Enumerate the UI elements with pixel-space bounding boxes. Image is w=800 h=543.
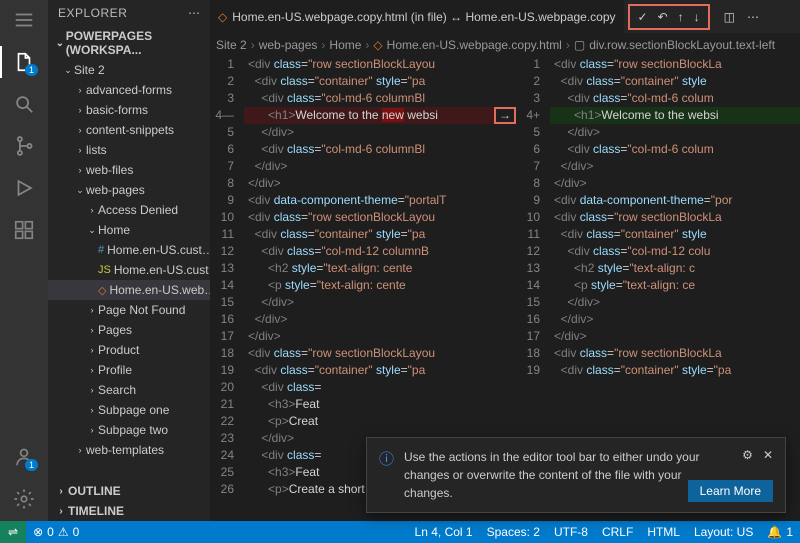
menu-icon[interactable] — [12, 8, 36, 32]
html-file-icon: ◇ — [218, 10, 227, 24]
folder-item[interactable]: ›Pages — [48, 320, 210, 340]
folder-item[interactable]: ⌄Home — [48, 220, 210, 240]
folder-item[interactable]: ›Subpage two — [48, 420, 210, 440]
eol[interactable]: CRLF — [595, 521, 640, 543]
account-icon[interactable]: 1 — [12, 445, 36, 469]
folder-item[interactable]: ›Profile — [48, 360, 210, 380]
files-badge: 1 — [25, 64, 38, 76]
notification-toast: ⓘ Use the actions in the editor tool bar… — [366, 437, 786, 513]
file-item[interactable]: JSHome.en-US.cust… — [48, 260, 210, 280]
warning-icon: ⚠ — [58, 525, 69, 539]
diff-actions-box: ✓ ↶ ↑ ↓ — [628, 4, 710, 30]
settings-icon[interactable] — [12, 487, 36, 511]
file-item[interactable]: #Home.en-US.cust… — [48, 240, 210, 260]
timeline-section[interactable]: ›TIMELINE — [48, 501, 210, 521]
split-editor-icon[interactable]: ◫ — [724, 10, 735, 24]
workspace-header[interactable]: ⌄POWERPAGES (WORKSPA... — [48, 26, 210, 60]
folder-item[interactable]: ⌄web-pages — [48, 180, 210, 200]
apply-change-icon[interactable]: → — [494, 107, 516, 124]
notification-message: Use the actions in the editor tool bar t… — [404, 448, 732, 502]
folder-item[interactable]: ›advanced-forms — [48, 80, 210, 100]
problems-indicator[interactable]: ⊗0 ⚠0 — [26, 521, 86, 543]
folder-item[interactable]: ›Page Not Found — [48, 300, 210, 320]
remote-indicator[interactable]: ⇌ — [0, 521, 26, 543]
folder-item[interactable]: ›Subpage one — [48, 400, 210, 420]
editor-tab[interactable]: ◇ Home.en-US.webpage.copy.html (in file)… — [210, 0, 624, 33]
revert-icon[interactable]: ↶ — [658, 10, 668, 24]
keyboard-layout[interactable]: Layout: US — [687, 521, 760, 543]
explorer-title: EXPLORER — [58, 6, 188, 20]
folder-item[interactable]: ›lists — [48, 140, 210, 160]
folder-item[interactable]: ›content-snippets — [48, 120, 210, 140]
folder-item[interactable]: ›Product — [48, 340, 210, 360]
extensions-icon[interactable] — [12, 218, 36, 242]
cursor-position[interactable]: Ln 4, Col 1 — [408, 521, 480, 543]
folder-item[interactable]: ›Access Denied — [48, 200, 210, 220]
file-tree: ⌄Site 2›advanced-forms›basic-forms›conte… — [48, 60, 210, 481]
explorer-sidebar: EXPLORER ⋯ ⌄POWERPAGES (WORKSPA... ⌄Site… — [48, 0, 210, 521]
explorer-icon[interactable]: 1 — [12, 50, 36, 74]
explorer-more-icon[interactable]: ⋯ — [188, 6, 200, 20]
accept-icon[interactable]: ✓ — [638, 10, 648, 24]
error-icon: ⊗ — [33, 525, 43, 539]
folder-item[interactable]: ›web-files — [48, 160, 210, 180]
tab-title: Home.en-US.webpage.copy.html (in file) ↔… — [232, 10, 615, 24]
notification-close-icon[interactable]: ✕ — [763, 448, 773, 462]
search-icon[interactable] — [12, 92, 36, 116]
folder-item[interactable]: ›Search — [48, 380, 210, 400]
run-icon[interactable] — [12, 176, 36, 200]
source-control-icon[interactable] — [12, 134, 36, 158]
notifications-bell[interactable]: 🔔1 — [760, 521, 800, 543]
account-badge: 1 — [25, 459, 38, 471]
activity-bar: 1 1 — [0, 0, 48, 521]
tab-bar: ◇ Home.en-US.webpage.copy.html (in file)… — [210, 0, 800, 34]
more-actions-icon[interactable]: ⋯ — [747, 10, 759, 24]
folder-item[interactable]: ⌄Site 2 — [48, 60, 210, 80]
folder-item[interactable]: ›basic-forms — [48, 100, 210, 120]
language-mode[interactable]: HTML — [640, 521, 687, 543]
prev-change-icon[interactable]: ↑ — [678, 10, 684, 24]
info-icon: ⓘ — [379, 448, 394, 502]
breadcrumb[interactable]: Site 2›web-pages›Home›◇Home.en-US.webpag… — [210, 34, 800, 56]
status-bar: ⇌ ⊗0 ⚠0 Ln 4, Col 1 Spaces: 2 UTF-8 CRLF… — [0, 521, 800, 543]
next-change-icon[interactable]: ↓ — [694, 10, 700, 24]
encoding[interactable]: UTF-8 — [547, 521, 595, 543]
outline-section[interactable]: ›OUTLINE — [48, 481, 210, 501]
folder-item[interactable]: ›web-templates — [48, 440, 210, 460]
indentation[interactable]: Spaces: 2 — [480, 521, 547, 543]
notification-settings-icon[interactable]: ⚙ — [742, 448, 753, 462]
file-item[interactable]: ◇Home.en-US.web… — [48, 280, 210, 300]
learn-more-button[interactable]: Learn More — [688, 480, 773, 502]
